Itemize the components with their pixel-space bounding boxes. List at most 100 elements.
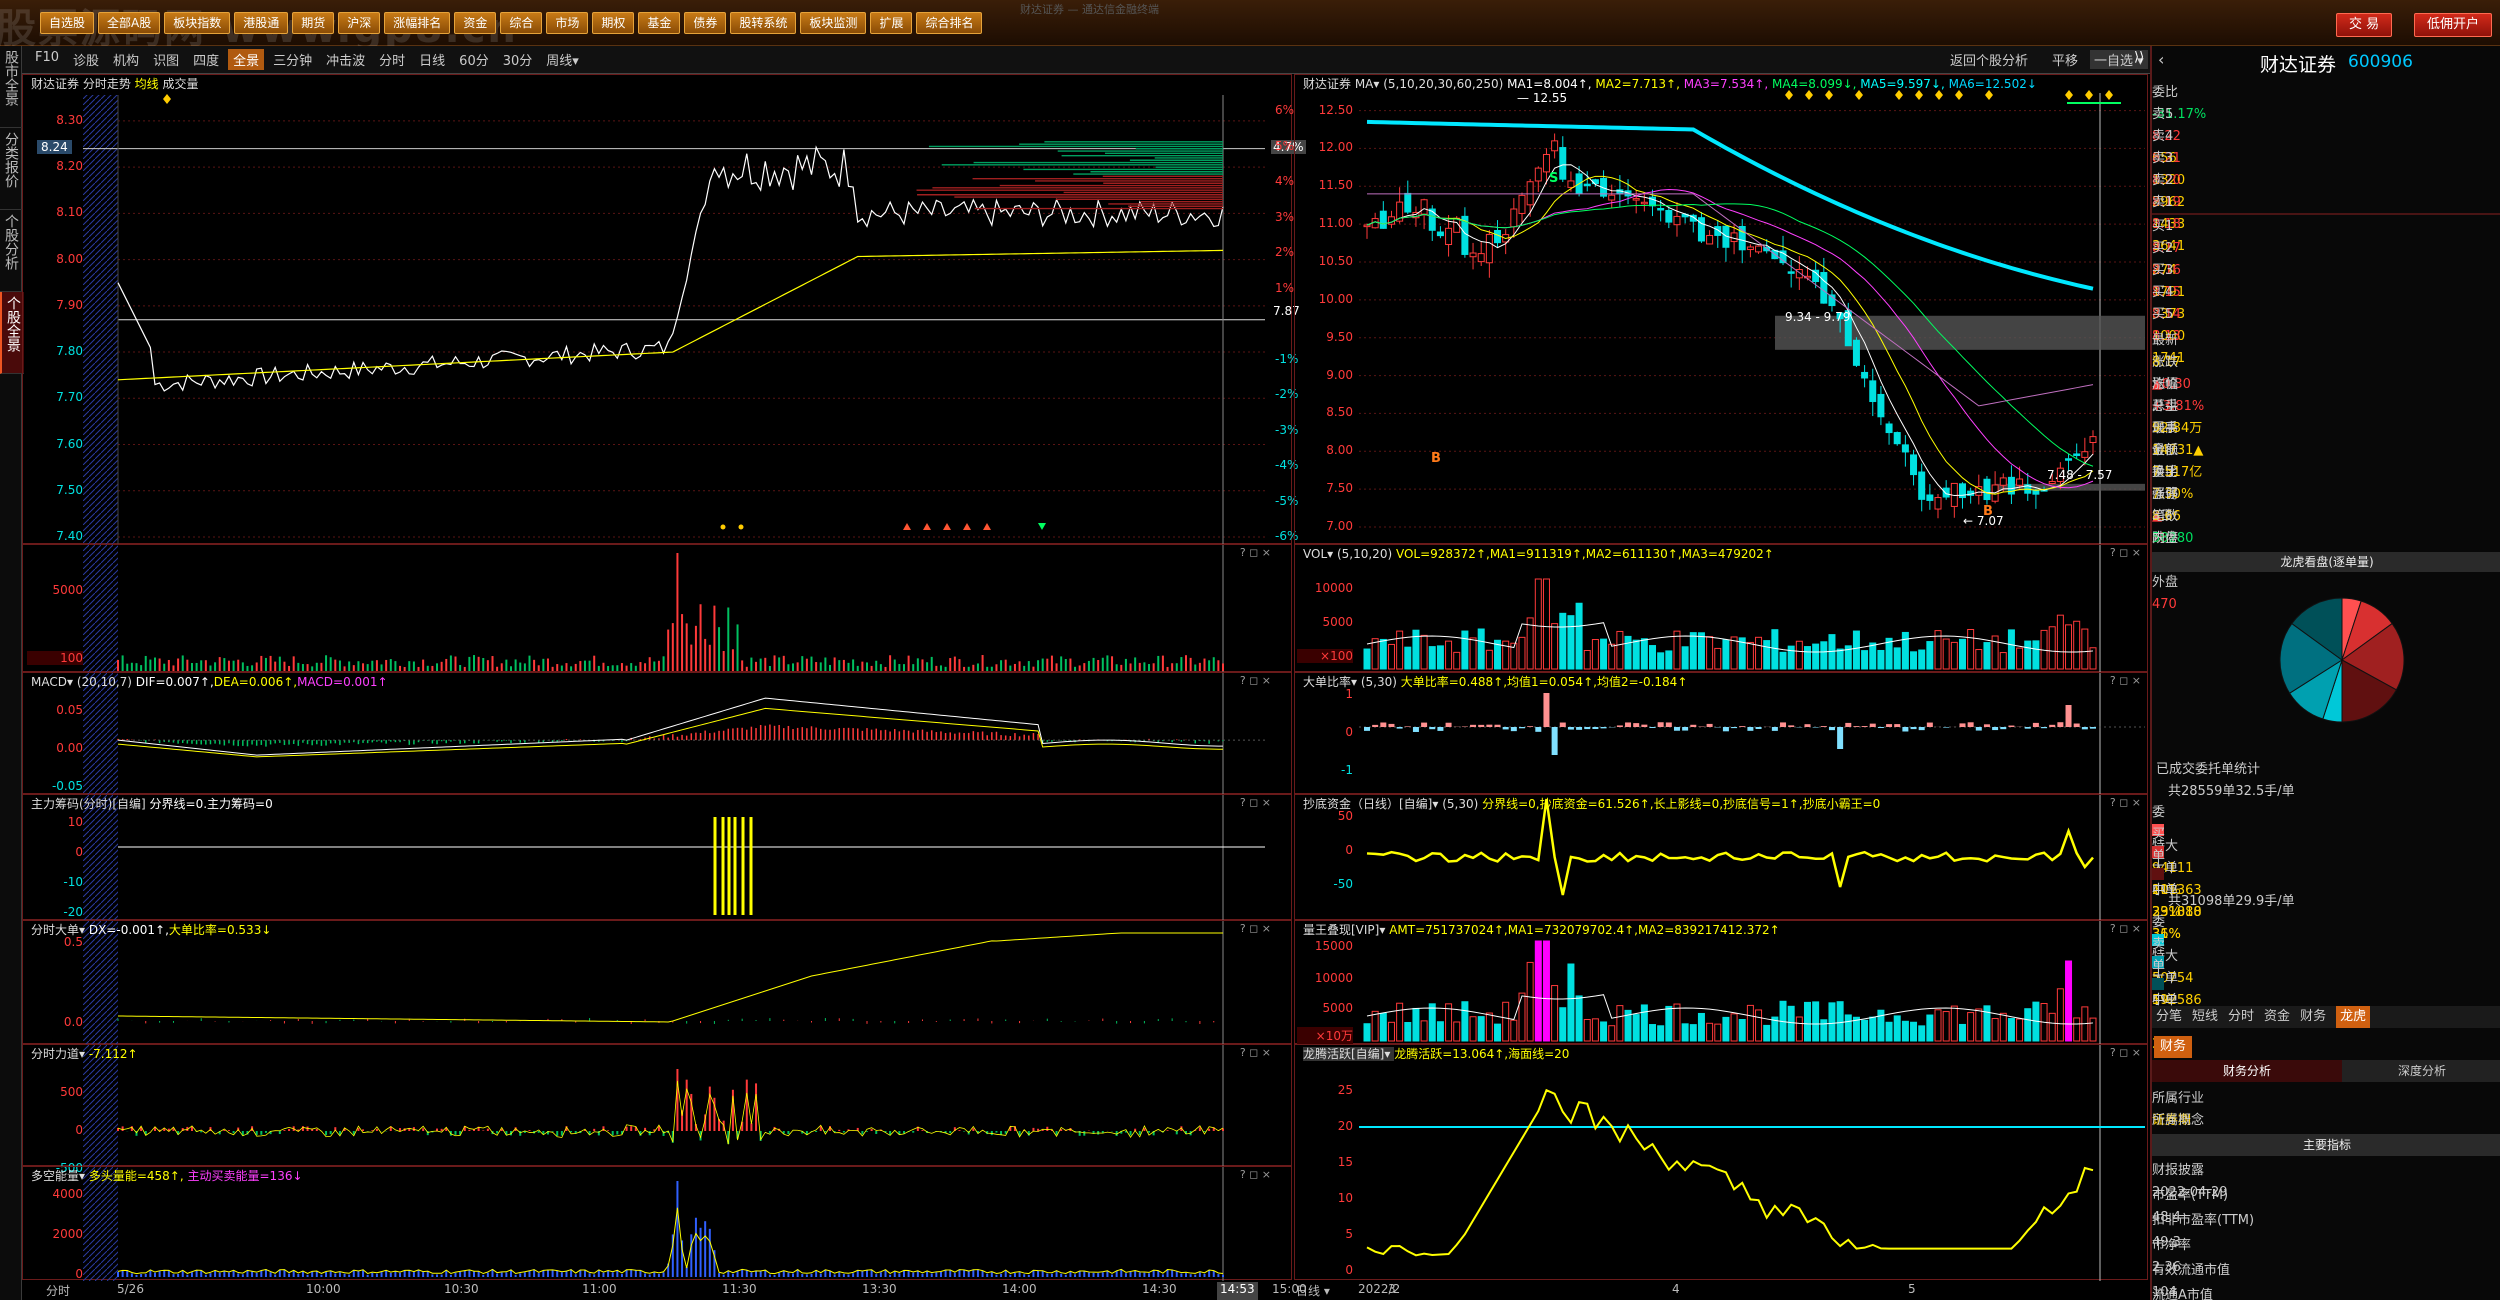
toolbar-item-4[interactable]: 四度	[188, 49, 224, 70]
toolbar-item-3[interactable]: 识图	[148, 49, 184, 70]
daily-time-tick[interactable]: 日线 ▾	[1296, 1282, 1330, 1300]
menu-item-10[interactable]: 期权	[592, 12, 635, 34]
toolbar-item-1[interactable]: 诊股	[68, 49, 104, 70]
pane-controls[interactable]: ? ◻ ×	[1240, 546, 1271, 559]
pane-canvas	[1359, 90, 2145, 545]
daily-param[interactable]: 量王叠现[VIP]▾	[1303, 923, 1389, 937]
toolbar-item-2[interactable]: 机构	[108, 49, 144, 70]
toolbar-item-9[interactable]: 日线	[414, 49, 450, 70]
daily-volume-bar	[1861, 1019, 1869, 1042]
candle-body	[1559, 147, 1567, 180]
toolbar-item-12[interactable]: 周线▾	[541, 49, 584, 70]
menu-item-5[interactable]: 沪深	[338, 12, 381, 34]
buy-row[interactable]: 买3 8.15 3373	[2152, 260, 2500, 322]
menu-item-16[interactable]: 综合排名	[916, 12, 983, 34]
pct-axis-tick: 1%	[1275, 280, 1295, 295]
menu-item-3[interactable]: 港股通	[234, 12, 289, 34]
tab-stock-panorama[interactable]: 个股全景	[0, 292, 24, 374]
menu-item-4[interactable]: 期货	[292, 12, 335, 34]
menu-item-0[interactable]: 自选股	[40, 12, 95, 34]
menu-item-1[interactable]: 全部A股	[98, 12, 161, 34]
finance-analysis-tab[interactable]: 财务分析	[2152, 1060, 2342, 1082]
candle-body	[1730, 232, 1738, 243]
detail-tab[interactable]: 分时	[2228, 1006, 2254, 1028]
daily-volume-bar	[1502, 1001, 1510, 1042]
menu-item-15[interactable]: 扩展	[870, 12, 913, 34]
side-label: 委	[2152, 915, 2166, 930]
menu-item-2[interactable]: 板块指数	[164, 12, 231, 34]
daily-volume-bar	[1575, 602, 1583, 670]
toolbar-item-5[interactable]: 全景	[228, 49, 265, 70]
candle-body	[1706, 234, 1714, 245]
menu-item-11[interactable]: 基金	[638, 12, 681, 34]
trade-button[interactable]: 交 易	[2336, 13, 2393, 37]
menu-item-7[interactable]: 资金	[454, 12, 497, 34]
menu-item-6[interactable]: 涨幅排名	[384, 12, 451, 34]
daily-volume-bar	[1689, 1024, 1697, 1042]
big-ratio-bar	[1804, 724, 1811, 727]
big-ratio-bar	[1665, 722, 1672, 727]
tab-stock-analysis[interactable]: 个股分析	[0, 210, 22, 292]
back-to-analysis-button[interactable]: 返回个股分析	[1950, 50, 2028, 69]
toolbar-item-7[interactable]: 冲击波	[321, 49, 370, 70]
big-ratio-bar	[1641, 724, 1648, 727]
deep-analysis-tab[interactable]: 深度分析	[2342, 1060, 2500, 1082]
big-ratio-bar	[1788, 725, 1795, 727]
big-ratio-bar	[1682, 727, 1689, 731]
detail-tab[interactable]: 分笔	[2156, 1006, 2182, 1028]
detail-tab[interactable]: 短线	[2192, 1006, 2218, 1028]
buy-row[interactable]: 买1 8.17 274	[2152, 216, 2500, 278]
buy-row[interactable]: 买2 8.16 1791	[2152, 238, 2500, 300]
main-force-param: 主力筹码(分时)[自编]	[31, 797, 150, 811]
open-account-button[interactable]: 低佣开户	[2414, 13, 2493, 37]
buy-row[interactable]: 买5 8.13 1741	[2152, 304, 2500, 366]
tab-category-quotes[interactable]: 分类报价	[0, 128, 22, 210]
toolbar-item-6[interactable]: 三分钟	[268, 49, 317, 70]
daily-volume-bar	[1428, 646, 1436, 670]
candle-body	[1469, 252, 1477, 258]
daily-axis-tick: 20	[1337, 1119, 1353, 1133]
price-axis-tick: 7.40	[56, 529, 83, 543]
menu-item-9[interactable]: 市场	[546, 12, 589, 34]
price-axis-tick: 7.60	[56, 436, 83, 451]
toolbar-item-8[interactable]: 分时	[374, 49, 410, 70]
daily-param[interactable]: VOL▾	[1303, 547, 1337, 561]
daily-volume-bar	[1608, 643, 1616, 670]
menu-item-14[interactable]: 板块监测	[800, 12, 867, 34]
daily-volume-bar	[1608, 1025, 1616, 1042]
detail-tab[interactable]: 资金	[2264, 1006, 2290, 1028]
menu-item-13[interactable]: 股转系统	[730, 12, 797, 34]
intraday-vol-pane: ? ◻ × 5000 100	[22, 544, 1292, 673]
finance-tab[interactable]: 财务	[2154, 1036, 2193, 1058]
toolbar-item-10[interactable]: 60分	[454, 49, 494, 70]
daily-volume-bar	[2007, 1018, 2015, 1042]
candle-body	[1534, 167, 1542, 182]
macd-param[interactable]: MACD▾	[31, 675, 77, 689]
candle-body	[2073, 453, 2081, 456]
daily-param: AMT=751737024↑,MA1=732079702.4↑,MA2=8392…	[1389, 923, 1780, 937]
daily-volume-bar	[1795, 1016, 1803, 1042]
menu-item-8[interactable]: 综合	[500, 12, 543, 34]
big-ratio-bar	[1421, 722, 1428, 727]
metric-label: 流通A市值	[2152, 1288, 2213, 1300]
candle-body	[1583, 183, 1591, 187]
candle-body	[1640, 201, 1648, 205]
detail-tab[interactable]: 财务	[2300, 1006, 2326, 1028]
metric-row: 有效流通市值 104	[2152, 1260, 2500, 1300]
daily-param[interactable]: 龙腾活跃[自编]▾	[1303, 1047, 1395, 1061]
pane-canvas	[83, 94, 1265, 545]
buy-level-label: 买2	[2152, 241, 2174, 256]
menu-item-12[interactable]: 债券	[684, 12, 727, 34]
toolbar-item-0[interactable]: F10	[30, 49, 64, 70]
intraday-time-tick[interactable]: 分时	[46, 1282, 70, 1300]
metric-row: 流通A市值104	[2152, 1285, 2500, 1300]
key-metrics-title: 主要指标	[2152, 1134, 2500, 1156]
collapse-icon[interactable]: ⟩⟩	[2134, 50, 2144, 65]
tab-market-overview[interactable]: 股市全景	[0, 46, 22, 128]
buy-row[interactable]: 买4 8.14 1000	[2152, 282, 2500, 344]
toolbar-item-11[interactable]: 30分	[498, 49, 538, 70]
detail-tab[interactable]: 龙虎	[2336, 1006, 2371, 1028]
pan-button[interactable]: 平移	[2052, 50, 2078, 69]
daily-volume-bar	[1640, 638, 1648, 670]
daily-volume-bar	[1363, 648, 1371, 670]
